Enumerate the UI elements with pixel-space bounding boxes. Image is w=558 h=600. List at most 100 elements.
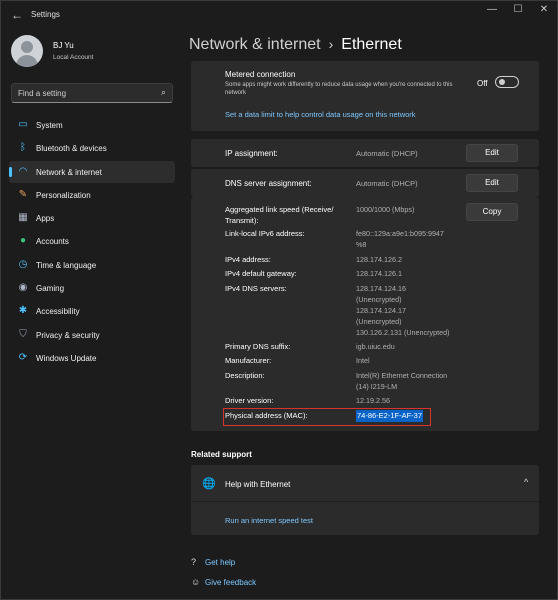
help-icon: ?: [191, 557, 197, 567]
account-type: Local Account: [53, 54, 94, 61]
dns-assignment-value: Automatic (DHCP): [356, 179, 418, 188]
sidebar-item-label: Apps: [36, 214, 55, 224]
user-name: BJ Yu: [53, 41, 74, 50]
dns-server-2: 128.174.124.17: [356, 306, 406, 315]
sidebar-item-label: Personalization: [36, 190, 91, 200]
ipv6-value: fe80::129a:a9e1:b095:9947 %8: [356, 229, 444, 249]
ip-edit-button[interactable]: Edit: [466, 144, 518, 162]
mac-address-label: Physical address (MAC):: [225, 411, 308, 420]
globe-clock-icon: ◷: [18, 258, 28, 270]
toggle-knob: [499, 79, 505, 85]
breadcrumb: Network & internet › Ethernet: [189, 36, 402, 54]
settings-window: ← Settings — ☐ ✕ BJ Yu Local Account Fin…: [0, 0, 558, 600]
sidebar-nav: ▭ System ᛒ Bluetooth & devices ◠ Network & in…: [9, 114, 175, 370]
shield-icon: ⛉: [19, 328, 27, 340]
page-title: Ethernet: [341, 36, 402, 53]
related-support-heading: Related support: [191, 450, 252, 459]
metered-title: Metered connection: [225, 70, 296, 79]
manufacturer-value: Intel: [356, 356, 370, 365]
get-help-link[interactable]: ? Get help: [191, 557, 235, 567]
wifi-icon: ◠: [18, 165, 28, 177]
driver-version-value: 12.19.2.56: [356, 396, 390, 405]
help-expander[interactable]: 🌐 Help with Ethernet ^: [191, 465, 539, 502]
description-value: Intel(R) Ethernet Connection (14) I219-L…: [356, 371, 448, 391]
sidebar-item-label: Network & internet: [36, 167, 102, 177]
dns-edit-button[interactable]: Edit: [466, 174, 518, 192]
sidebar-item-label: Gaming: [36, 284, 65, 294]
sidebar-item-label: Time & language: [36, 260, 97, 270]
ip-assignment-label: IP assignment:: [225, 149, 278, 158]
manufacturer-label: Manufacturer:: [225, 356, 272, 365]
gateway-value: 128.174.126.1: [356, 269, 402, 278]
gateway-label: IPv4 default gateway:: [225, 269, 297, 278]
speed-test-link[interactable]: Run an internet speed test: [225, 516, 313, 525]
sidebar-item-label: Windows Update: [36, 353, 97, 363]
ipv4-label: IPv4 address:: [225, 255, 271, 264]
search-input[interactable]: Find a setting ⌕: [11, 83, 173, 103]
sidebar-item-accounts[interactable]: ● Accounts: [9, 230, 175, 252]
dns-suffix-label: Primary DNS suffix:: [225, 342, 291, 351]
sidebar-item-personalization[interactable]: ✎ Personalization: [9, 184, 175, 206]
description-label: Description:: [225, 371, 265, 380]
sidebar-item-time-language[interactable]: ◷ Time & language: [9, 254, 175, 276]
brush-icon: ✎: [18, 188, 28, 200]
metered-description: Some apps might work differently to redu…: [225, 82, 453, 96]
connection-details-card: Copy Aggregated link speed (Receive/ Tra…: [191, 197, 539, 431]
sidebar-item-accessibility[interactable]: ✱ Accessibility: [9, 300, 175, 322]
sidebar-item-label: Accessibility: [36, 307, 80, 317]
avatar-head-icon: [21, 41, 33, 53]
sidebar-item-network-internet[interactable]: ◠ Network & internet: [9, 160, 175, 183]
globe-icon: 🌐: [202, 478, 216, 490]
chevron-right-icon: ›: [328, 36, 334, 52]
sidebar-item-bluetooth-devices[interactable]: ᛒ Bluetooth & devices: [9, 137, 175, 159]
avatar-body-icon: [16, 55, 38, 67]
give-feedback-link[interactable]: ☺ Give feedback: [191, 577, 256, 587]
ipv6-label: Link-local IPv6 address:: [225, 229, 305, 238]
metered-connection-card: Metered connection Some apps might work …: [191, 61, 539, 131]
breadcrumb-parent[interactable]: Network & internet: [189, 36, 321, 53]
sidebar-item-windows-update[interactable]: ⟳ Windows Update: [9, 347, 175, 369]
link-speed-label: Aggregated link speed (Receive/ Transmit…: [225, 205, 334, 225]
dns-server-2-encryption: (Unencrypted): [356, 317, 402, 326]
sidebar-item-privacy-security[interactable]: ⛉ Privacy & security: [9, 324, 175, 346]
feedback-icon: ☺: [191, 577, 201, 587]
close-button[interactable]: ✕: [529, 1, 558, 21]
dns-server-3: 130.126.2.131 (Unencrypted): [356, 328, 450, 337]
copy-button[interactable]: Copy: [466, 203, 518, 221]
sidebar-item-label: Bluetooth & devices: [36, 144, 107, 154]
sidebar-item-gaming[interactable]: ◉ Gaming: [9, 277, 175, 299]
accessibility-icon: ✱: [18, 305, 28, 317]
update-icon: ⟳: [18, 351, 28, 363]
data-limit-link[interactable]: Set a data limit to help control data us…: [225, 110, 416, 119]
apps-icon: ▦: [18, 212, 28, 224]
dns-suffix-value: igb.uiuc.edu: [356, 342, 395, 351]
sidebar-item-system[interactable]: ▭ System: [9, 114, 175, 136]
help-with-ethernet-card: 🌐 Help with Ethernet ^ Run an internet s…: [191, 465, 539, 535]
sidebar-item-label: Privacy & security: [36, 330, 100, 340]
chevron-up-icon[interactable]: ^: [524, 477, 528, 487]
link-speed-value: 1000/1000 (Mbps): [356, 205, 415, 214]
help-title: Help with Ethernet: [225, 480, 291, 489]
ip-assignment-card: IP assignment: Automatic (DHCP) Edit: [191, 139, 539, 167]
title-bar: ← Settings — ☐ ✕: [1, 1, 557, 29]
back-arrow-icon[interactable]: ←: [9, 7, 25, 23]
dns-server-1: 128.174.124.16: [356, 284, 406, 293]
avatar[interactable]: [11, 35, 43, 67]
sidebar-item-label: System: [36, 121, 63, 130]
person-icon: ●: [19, 235, 27, 247]
search-placeholder: Find a setting: [18, 89, 67, 98]
search-icon[interactable]: ⌕: [161, 87, 166, 98]
gamepad-icon: ◉: [18, 282, 28, 294]
ipv4-value: 128.174.126.2: [356, 255, 402, 264]
dns-servers-label: IPv4 DNS servers:: [225, 284, 287, 293]
mac-address-value[interactable]: 74-86-E2-1F-AF-37: [356, 410, 424, 422]
give-feedback-label: Give feedback: [205, 578, 257, 587]
dns-server-1-encryption: (Unencrypted): [356, 295, 402, 304]
sidebar-item-apps[interactable]: ▦ Apps: [9, 207, 175, 229]
system-icon: ▭: [18, 119, 28, 130]
metered-toggle[interactable]: [495, 76, 519, 88]
ip-assignment-value: Automatic (DHCP): [356, 149, 418, 158]
driver-version-label: Driver version:: [225, 396, 274, 405]
get-help-label: Get help: [205, 558, 236, 567]
metered-toggle-label: Off: [477, 79, 488, 88]
